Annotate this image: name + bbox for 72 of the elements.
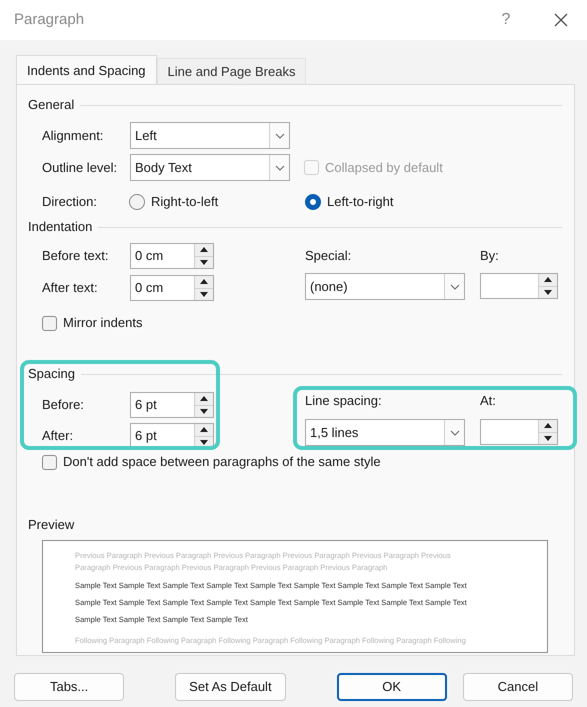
down-arrow-icon xyxy=(544,290,552,295)
spin-up-button[interactable] xyxy=(195,276,213,288)
checkbox[interactable] xyxy=(42,316,57,330)
field-label: At: xyxy=(480,392,496,410)
dialog-button[interactable]: OK xyxy=(336,673,447,701)
dropdown[interactable]: Left xyxy=(130,122,290,149)
spin-down-button[interactable] xyxy=(539,432,557,444)
up-arrow-icon xyxy=(200,247,208,252)
checkbox-label: Don't add space between paragraphs of the same style xyxy=(63,453,381,472)
dialog-button[interactable]: Set As Default xyxy=(175,673,286,701)
dropdown-value: Left xyxy=(134,126,158,145)
section-heading: Indentation xyxy=(28,218,92,236)
section-heading: General xyxy=(28,96,74,114)
tab[interactable]: Indents and Spacing xyxy=(16,55,157,85)
checkbox-label: Mirror indents xyxy=(63,314,142,332)
field-label: Line spacing: xyxy=(305,392,383,410)
spin-down-button[interactable] xyxy=(195,256,213,268)
radio-label: Right-to-left xyxy=(151,192,218,211)
tab[interactable]: Line and Page Breaks xyxy=(156,58,306,84)
field-label: After: xyxy=(42,427,74,446)
spin-up-button[interactable] xyxy=(195,424,213,436)
radio-label: Left-to-right xyxy=(327,192,394,211)
number-field[interactable]: 0 cm xyxy=(130,243,214,269)
down-arrow-icon xyxy=(544,436,552,441)
spin-up-button[interactable] xyxy=(195,244,213,256)
field-label: Alignment: xyxy=(42,126,104,145)
field-label: Outline level: xyxy=(42,158,118,177)
spin-down-button[interactable] xyxy=(195,288,213,300)
field-label: By: xyxy=(480,247,499,266)
spin-up-button[interactable] xyxy=(539,274,557,286)
spin-up-button[interactable] xyxy=(539,420,557,432)
dropdown-value: (none) xyxy=(309,278,349,296)
field-label: Special: xyxy=(305,247,352,266)
number-field[interactable] xyxy=(480,273,558,299)
up-arrow-icon xyxy=(200,427,208,432)
down-arrow-icon xyxy=(200,292,208,297)
chevron-down-icon xyxy=(274,164,284,170)
window-title: Paragraph xyxy=(14,10,84,30)
down-arrow-icon xyxy=(200,260,208,265)
chevron-down-icon xyxy=(450,284,460,290)
radio-button[interactable] xyxy=(305,194,321,210)
spin-up-button[interactable] xyxy=(195,393,213,406)
section-heading: Preview xyxy=(28,517,74,532)
dropdown[interactable]: (none) xyxy=(305,273,465,300)
dropdown-value: 1,5 lines xyxy=(309,424,360,442)
spin-down-button[interactable] xyxy=(195,406,213,417)
up-arrow-icon xyxy=(200,396,208,402)
field-label: After text: xyxy=(42,279,99,298)
close-icon xyxy=(554,13,568,27)
chevron-down-icon xyxy=(274,132,284,138)
number-field[interactable] xyxy=(480,419,558,445)
field-label: Before: xyxy=(42,396,85,414)
section-heading: Spacing xyxy=(28,365,75,384)
down-arrow-icon xyxy=(200,408,208,414)
checkbox[interactable] xyxy=(42,454,57,470)
up-arrow-icon xyxy=(544,277,552,282)
field-label: Direction: xyxy=(42,192,98,211)
up-arrow-icon xyxy=(200,279,208,284)
number-field[interactable]: 0 cm xyxy=(130,275,214,301)
chevron-down-icon xyxy=(450,430,460,436)
field-label: Before text: xyxy=(42,247,110,266)
dropdown[interactable]: 1,5 lines xyxy=(305,419,465,446)
dialog-button[interactable]: Cancel xyxy=(462,673,574,701)
spin-down-button[interactable] xyxy=(539,286,557,298)
down-arrow-icon xyxy=(200,440,208,445)
dropdown-value: Body Text xyxy=(134,158,193,177)
checkbox-label: Collapsed by default xyxy=(325,158,443,177)
up-arrow-icon xyxy=(544,423,552,428)
radio-button[interactable] xyxy=(129,194,145,210)
dropdown[interactable]: Body Text xyxy=(130,154,290,181)
dialog-button[interactable]: Tabs... xyxy=(14,673,124,701)
number-field[interactable]: 6 pt xyxy=(130,392,214,418)
